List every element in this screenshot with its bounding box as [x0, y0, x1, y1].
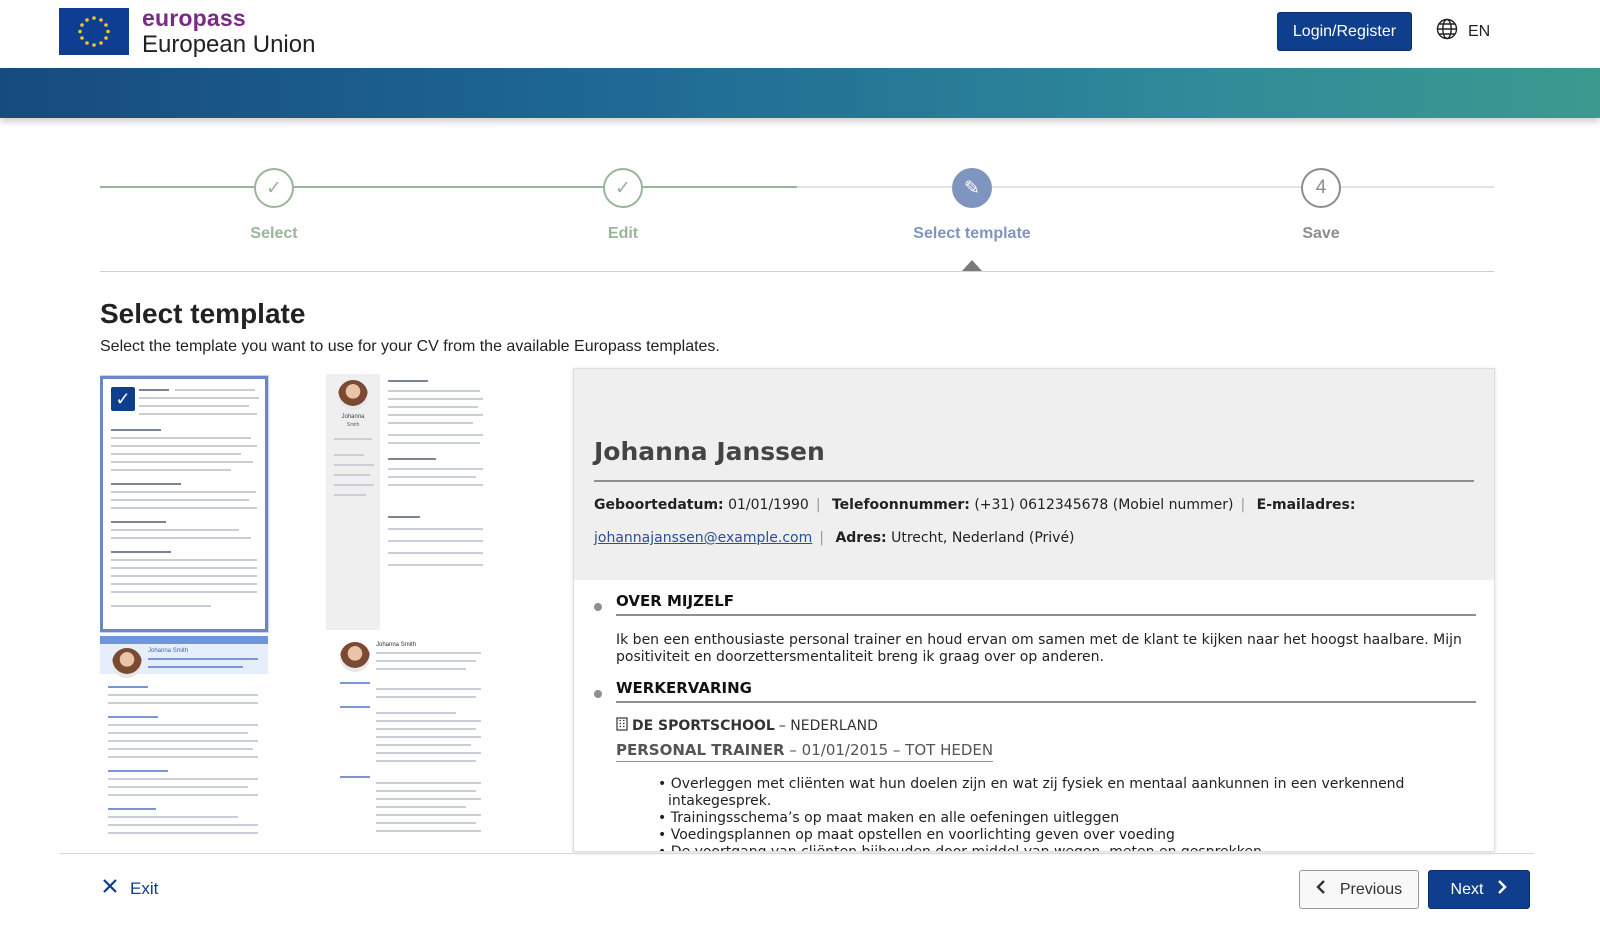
globe-icon [1436, 18, 1458, 45]
stepper-divider [100, 271, 1494, 272]
previous-button[interactable]: Previous [1299, 870, 1419, 909]
phone-value: (+31) 0612345678 (Mobiel nummer) [974, 497, 1234, 513]
step-select[interactable]: ✓ Select [174, 168, 374, 243]
page-title: Select template [100, 298, 306, 329]
work-heading: WERKERVARING [616, 679, 1476, 703]
template-thumbnails: ✓ Johanna Smith Johanna Smith Johanna Sm… [100, 374, 560, 852]
template-thumbnail-1[interactable]: ✓ [100, 376, 268, 632]
section-bullet [594, 603, 602, 611]
step-label: Select [250, 225, 298, 242]
email-label: E-mailadres: [1256, 497, 1356, 513]
thumb-name: Johanna Smith [376, 642, 417, 648]
site-header: europass European Union Login/Register E… [0, 0, 1600, 68]
step-label: Select template [913, 225, 1031, 242]
previous-label: Previous [1339, 880, 1403, 898]
page-subtitle: Select the template you want to use for … [100, 338, 720, 355]
step-save[interactable]: 4 Save [1221, 168, 1421, 243]
about-section: OVER MIJZELF Ik ben een enthousiaste per… [616, 592, 1476, 666]
about-heading: OVER MIJZELF [616, 592, 1476, 616]
thumb-surname: Smith [346, 422, 360, 428]
eu-flag-logo [59, 8, 129, 55]
cv-name-rule [594, 480, 1474, 482]
step-select-template[interactable]: ✎ Select template [872, 168, 1072, 243]
cv-preview-header [574, 369, 1494, 580]
job-period: – 01/01/2015 – TOT HEDEN [789, 741, 994, 759]
next-button[interactable]: Next [1428, 870, 1530, 909]
step-label: Edit [607, 225, 639, 242]
duty-item: • Voedingsplannen op maat opstellen en v… [658, 827, 1175, 843]
step-label: Save [1302, 225, 1340, 242]
work-section: WERKERVARING DE SPORTSCHOOL – NEDERLAND … [616, 679, 1476, 762]
header-banner [0, 68, 1600, 118]
progress-stepper: ✓ Select ✓ Edit ✎ Select template 4 Save [100, 168, 1494, 278]
close-icon [102, 878, 118, 899]
avatar [338, 380, 368, 410]
check-icon: ✓ [254, 168, 294, 208]
avatar [112, 648, 142, 678]
cv-contact-line-2: johannajanssen@example.com | Adres: Utrec… [594, 530, 1075, 546]
step-number: 4 [1301, 168, 1341, 208]
edit-icon: ✎ [952, 168, 992, 208]
chevron-left-icon [1316, 880, 1326, 899]
exit-button[interactable]: Exit [102, 878, 158, 899]
cv-name: Johanna Janssen [594, 437, 825, 466]
birth-label: Geboortedatum: [594, 497, 724, 513]
thumb-name: Johanna Smith [148, 648, 189, 654]
language-selector[interactable]: EN [1436, 18, 1490, 45]
about-text: Ik ben een enthousiaste personal trainer… [616, 632, 1462, 665]
cv-preview: Johanna Janssen Geboortedatum: 01/01/199… [573, 368, 1495, 852]
building-icon [616, 717, 628, 735]
duty-item: • Trainingsschema’s op maat maken en all… [658, 810, 1120, 826]
checkbox-checked-icon: ✓ [111, 387, 135, 411]
address-label: Adres: [835, 530, 887, 546]
chevron-right-icon [1497, 880, 1508, 899]
active-step-caret [962, 260, 982, 271]
employer-line: DE SPORTSCHOOL – NEDERLAND [616, 717, 1476, 735]
job-line: PERSONAL TRAINER – 01/01/2015 – TOT HEDE… [616, 741, 994, 762]
exit-label: Exit [130, 878, 159, 898]
check-icon: ✓ [603, 168, 643, 208]
phone-label: Telefoonnummer: [831, 497, 970, 513]
birth-value: 01/01/1990 [728, 497, 809, 513]
template-thumbnail-4[interactable]: Johanna Smith [326, 636, 494, 852]
brand-subtitle: European Union [142, 31, 316, 58]
employer-country: – NEDERLAND [778, 718, 878, 734]
template-thumbnail-2[interactable]: Johanna Smith [326, 374, 494, 630]
thumb-name: Johanna [341, 414, 365, 420]
login-register-button[interactable]: Login/Register [1277, 12, 1412, 51]
employer-name: DE SPORTSCHOOL [632, 718, 775, 734]
duties-list: • Overleggen met cliënten wat hun doelen… [658, 776, 1418, 852]
email-link[interactable]: johannajanssen@example.com [594, 530, 812, 546]
brand-name: europass [142, 5, 246, 31]
address-value: Utrecht, Nederland (Privé) [891, 530, 1075, 546]
duty-item: • De voortgang van cliënten bijhouden do… [658, 844, 1262, 852]
section-bullet [594, 690, 602, 698]
job-title: PERSONAL TRAINER [616, 741, 785, 759]
avatar [340, 642, 370, 672]
cv-contact-line-1: Geboortedatum: 01/01/1990 | Telefoonnumme… [594, 497, 1356, 513]
step-edit[interactable]: ✓ Edit [523, 168, 723, 243]
footer-divider [60, 853, 1534, 854]
language-code: EN [1468, 22, 1491, 40]
template-thumbnail-3[interactable]: Johanna Smith [100, 636, 268, 852]
next-label: Next [1450, 880, 1484, 898]
duty-item: • Overleggen met cliënten wat hun doelen… [658, 776, 1405, 809]
